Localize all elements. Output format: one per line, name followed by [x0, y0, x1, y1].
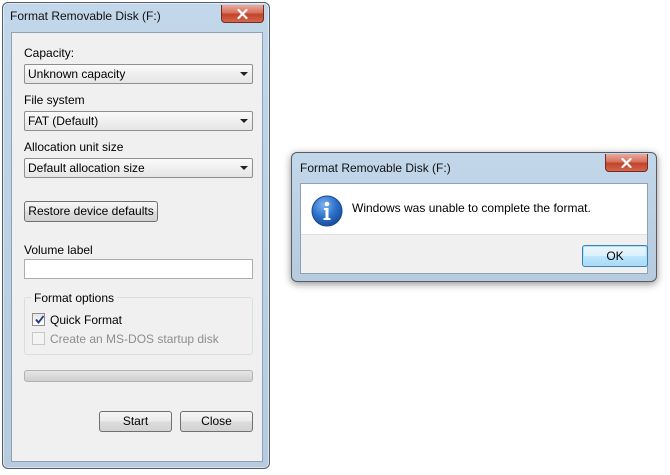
chevron-down-icon: [240, 119, 248, 123]
checkmark-icon: [35, 315, 45, 324]
volume-label-input[interactable]: [24, 259, 253, 279]
format-dialog: Format Removable Disk (F:) Capacity: Unk…: [2, 2, 270, 469]
capacity-value: Unknown capacity: [28, 67, 126, 81]
msdos-startup-checkbox: [32, 332, 45, 345]
format-dialog-close-button[interactable]: [221, 5, 264, 23]
error-dialog-title: Format Removable Disk (F:): [300, 161, 451, 175]
message-area: Windows was unable to complete the forma…: [301, 184, 647, 235]
quick-format-checkbox[interactable]: [32, 313, 45, 326]
file-system-label: File system: [24, 93, 85, 107]
format-progress-bar: [24, 370, 253, 382]
error-dialog-client: Windows was unable to complete the forma…: [300, 183, 648, 274]
chevron-down-icon: [240, 72, 248, 76]
close-icon: [237, 8, 248, 19]
error-dialog-close-button[interactable]: [605, 154, 648, 172]
start-button[interactable]: Start: [99, 411, 172, 432]
format-options-title: Format options: [31, 291, 118, 305]
error-dialog: Format Removable Disk (F:) Windows was u…: [291, 152, 657, 282]
allocation-label: Allocation unit size: [24, 140, 124, 154]
info-icon: [311, 195, 343, 227]
msdos-startup-label: Create an MS-DOS startup disk: [50, 332, 219, 346]
close-button[interactable]: Close: [180, 411, 253, 432]
capacity-label: Capacity:: [24, 46, 75, 60]
format-dialog-client: Capacity: Unknown capacity File system F…: [11, 32, 263, 462]
file-system-dropdown[interactable]: FAT (Default): [24, 111, 253, 131]
chevron-down-icon: [240, 166, 248, 170]
file-system-value: FAT (Default): [28, 114, 99, 128]
restore-defaults-button[interactable]: Restore device defaults: [24, 201, 158, 222]
quick-format-label[interactable]: Quick Format: [50, 313, 122, 327]
capacity-dropdown[interactable]: Unknown capacity: [24, 64, 253, 84]
volume-label-label: Volume label: [24, 243, 93, 257]
error-message: Windows was unable to complete the forma…: [352, 201, 591, 215]
allocation-value: Default allocation size: [28, 161, 145, 175]
ok-button[interactable]: OK: [582, 245, 648, 267]
format-dialog-title: Format Removable Disk (F:): [10, 9, 161, 23]
close-icon: [621, 157, 632, 168]
allocation-dropdown[interactable]: Default allocation size: [24, 158, 253, 178]
